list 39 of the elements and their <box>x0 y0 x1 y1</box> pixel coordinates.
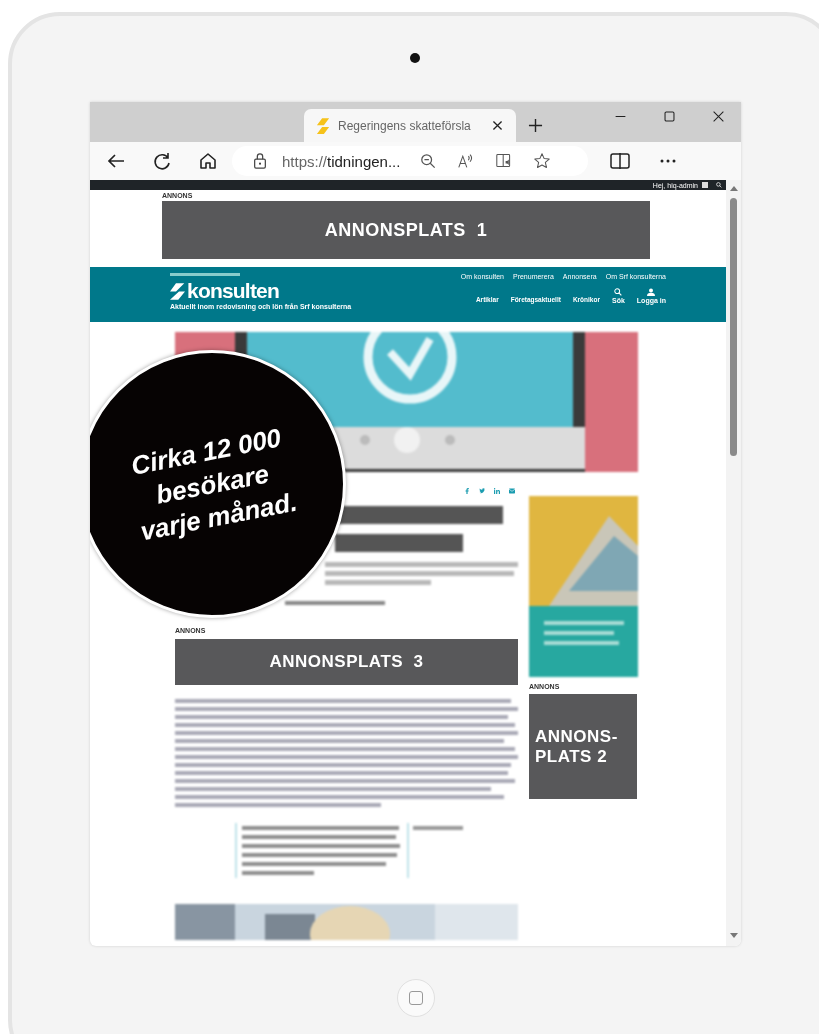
browser-tab[interactable]: Regeringens skatteförsla <box>304 109 516 142</box>
lock-icon <box>252 153 268 169</box>
scroll-down-icon[interactable] <box>729 933 738 938</box>
url-text: https://tidningen... <box>282 152 401 170</box>
maximize-icon[interactable] <box>663 110 676 123</box>
address-bar[interactable]: https://tidningen... <box>232 146 588 176</box>
site-logo[interactable]: konsulten <box>170 281 352 301</box>
blurred-text <box>413 826 463 830</box>
new-tab-icon[interactable] <box>528 118 543 133</box>
home-button[interactable] <box>397 979 435 1017</box>
scrollbar[interactable] <box>726 180 741 946</box>
star-icon[interactable] <box>534 153 551 169</box>
ad-placeholder[interactable]: ANNONS- PLATS 2 <box>529 694 637 799</box>
scroll-thumb[interactable] <box>730 198 737 456</box>
read-aloud-icon[interactable] <box>458 153 475 169</box>
ad-placeholder[interactable]: ANNONSPLATS 3 <box>175 639 518 685</box>
refresh-icon[interactable] <box>152 151 172 171</box>
home-icon[interactable] <box>198 151 218 171</box>
bird-icon[interactable] <box>479 488 485 494</box>
date-blur <box>170 273 240 276</box>
user-icon <box>647 288 656 296</box>
ad-placeholder[interactable]: ANNONSPLATS 1 <box>162 201 650 259</box>
close-icon[interactable] <box>491 119 504 132</box>
scroll-up-icon[interactable] <box>729 186 738 191</box>
tab-title: Regeringens skatteförsla <box>338 118 472 133</box>
linkedin-icon[interactable] <box>494 488 500 494</box>
logo-text: konsulten <box>187 281 279 301</box>
zoom-out-icon[interactable] <box>420 153 437 169</box>
reader-icon[interactable] <box>496 153 513 169</box>
close-icon[interactable] <box>712 110 725 123</box>
search-icon[interactable] <box>716 182 722 188</box>
lightning-icon <box>316 117 330 134</box>
logo-mark-icon <box>170 282 185 300</box>
camera-dot <box>410 53 420 63</box>
avatar-icon <box>702 182 708 188</box>
search-icon <box>614 288 623 296</box>
square-icon <box>409 991 423 1005</box>
facebook-icon[interactable] <box>464 488 470 494</box>
split-screen-icon[interactable] <box>610 151 630 171</box>
